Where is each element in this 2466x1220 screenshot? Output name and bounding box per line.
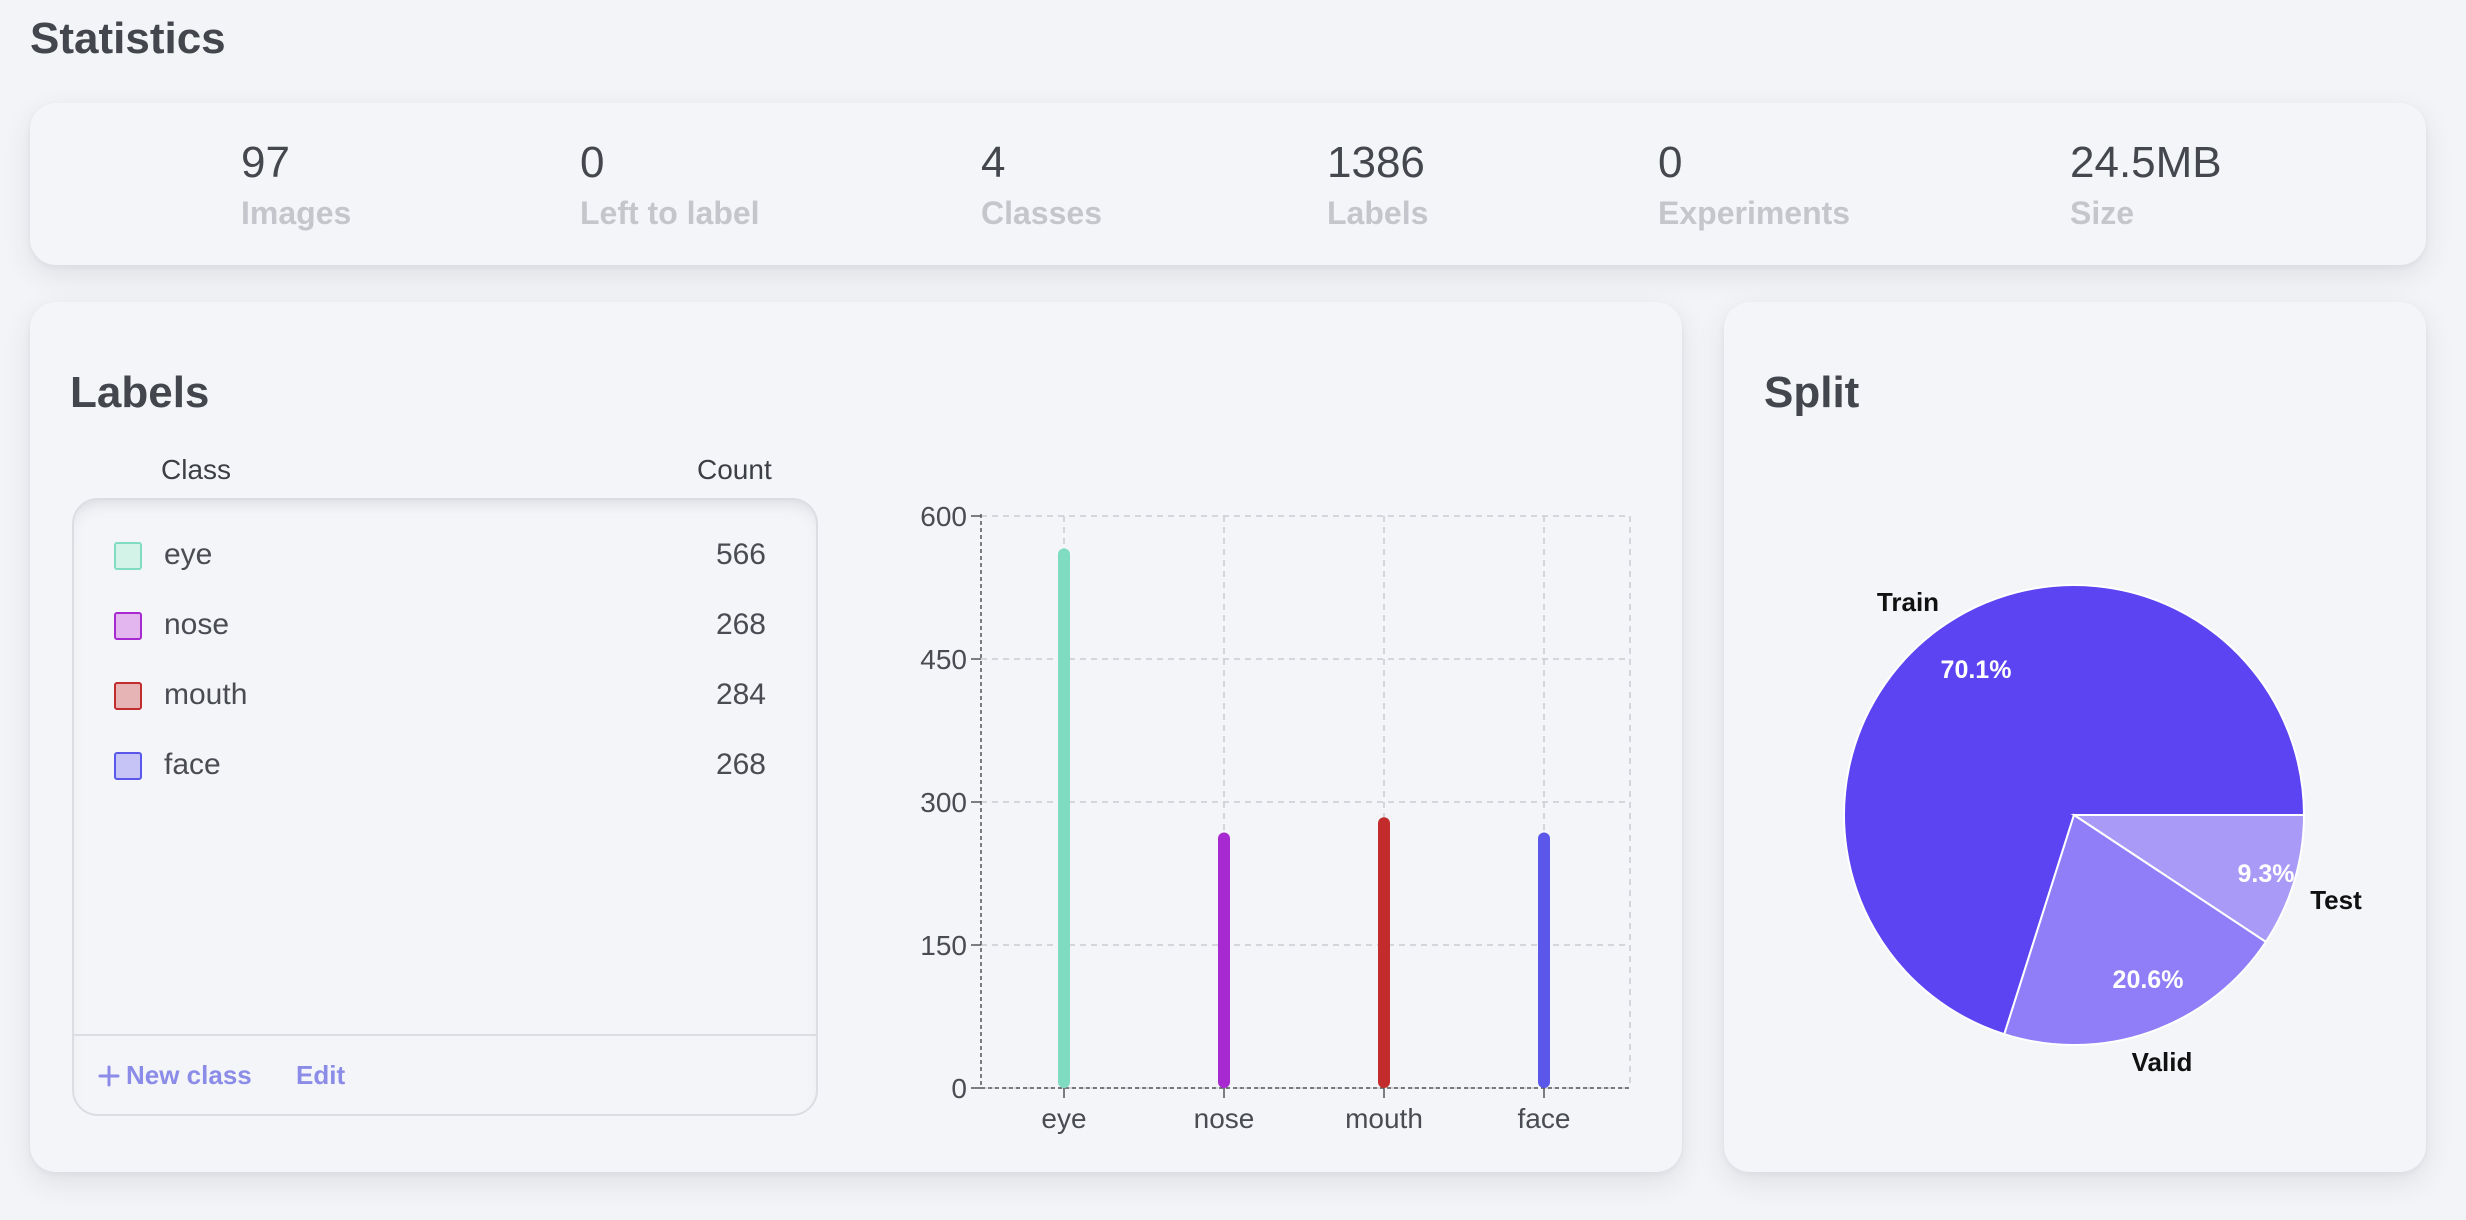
stat-value: 1386 [1327,138,1425,187]
color-swatch [114,752,142,780]
column-header-class: Class [161,454,232,485]
x-tick-label: eye [1041,1103,1086,1134]
stat-classes: 4 Classes [981,141,1102,232]
class-name: nose [164,608,230,641]
x-tick-label: nose [1194,1103,1255,1134]
class-count: 284 [715,678,766,711]
color-swatch [114,682,142,710]
class-count: 268 [715,608,766,641]
bar-nose[interactable] [1218,832,1230,1088]
pie-slice-name: Train [1877,587,1939,617]
class-row-mouth[interactable]: mouth 284 [74,668,816,728]
stat-experiments: 0 Experiments [1658,141,1850,232]
stat-images: 97 Images [241,141,351,232]
stat-label: Classes [981,195,1102,231]
x-tick-label: mouth [1345,1103,1423,1134]
stat-label: Left to label [580,195,760,231]
pie-percent-label: 9.3% [2238,860,2295,888]
y-tick-label: 0 [951,1073,967,1104]
y-tick-label: 600 [920,501,967,532]
stat-value: 4 [981,138,1006,187]
stat-value: 0 [580,138,605,187]
class-table: eye 566 nose 268 mouth 284 face 268 New … [72,498,818,1116]
split-pie-chart: 70.1% Train 9.3% Test 20.6% Valid [1843,584,2362,1077]
labels-card: Labels Class Count eye 566 nose 268 mout… [30,302,1682,1172]
stat-label: Size [2070,195,2135,231]
new-class-label: New class [126,1060,252,1090]
class-name: eye [164,538,213,571]
stat-value: 0 [1658,138,1683,187]
labels-bar-chart: 0 150 300 450 600 eye nose mouth face [920,501,1631,1134]
bar-mouth[interactable] [1378,817,1390,1088]
split-title: Split [1764,368,1860,417]
y-tick-label: 450 [920,644,967,675]
statistics-summary-card: 97 Images 0 Left to label 4 Classes 1386… [30,103,2426,265]
labels-title: Labels [70,368,210,417]
new-class-button[interactable]: New class [98,1060,252,1091]
class-count: 268 [715,748,766,781]
stat-value: 97 [241,138,290,187]
stat-label: Images [241,195,352,231]
edit-button[interactable]: Edit [296,1060,345,1091]
stat-label: Labels [1327,195,1429,231]
class-count: 566 [715,538,766,571]
pie-slice-name: Test [2310,885,2362,915]
stat-left-to-label: 0 Left to label [580,141,760,232]
class-name: face [164,748,221,781]
page-title: Statistics [30,14,226,63]
y-tick-label: 300 [920,787,967,818]
class-row-eye[interactable]: eye 566 [74,528,816,588]
stat-label: Experiments [1658,195,1851,231]
column-header-count: Count [697,454,772,485]
stat-labels: 1386 Labels [1327,141,1428,232]
class-name: mouth [164,678,248,711]
color-swatch [114,612,142,640]
color-swatch [114,542,142,570]
bar-eye[interactable] [1058,548,1070,1088]
stat-value: 24.5MB [2070,138,2222,187]
class-row-face[interactable]: face 268 [74,738,816,798]
y-tick-label: 150 [920,930,967,961]
pie-percent-label: 20.6% [2113,966,2184,994]
class-row-nose[interactable]: nose 268 [74,598,816,658]
plus-icon [98,1065,120,1087]
x-tick-label: face [1518,1103,1571,1134]
split-card: 70.1% Train 9.3% Test 20.6% Valid Split [1724,302,2426,1172]
pie-slice-name: Valid [2132,1047,2193,1077]
bar-face[interactable] [1538,832,1550,1088]
table-footer: New class Edit [74,1034,816,1114]
pie-percent-label: 70.1% [1941,656,2012,684]
stat-size: 24.5MB Size [2070,141,2222,232]
